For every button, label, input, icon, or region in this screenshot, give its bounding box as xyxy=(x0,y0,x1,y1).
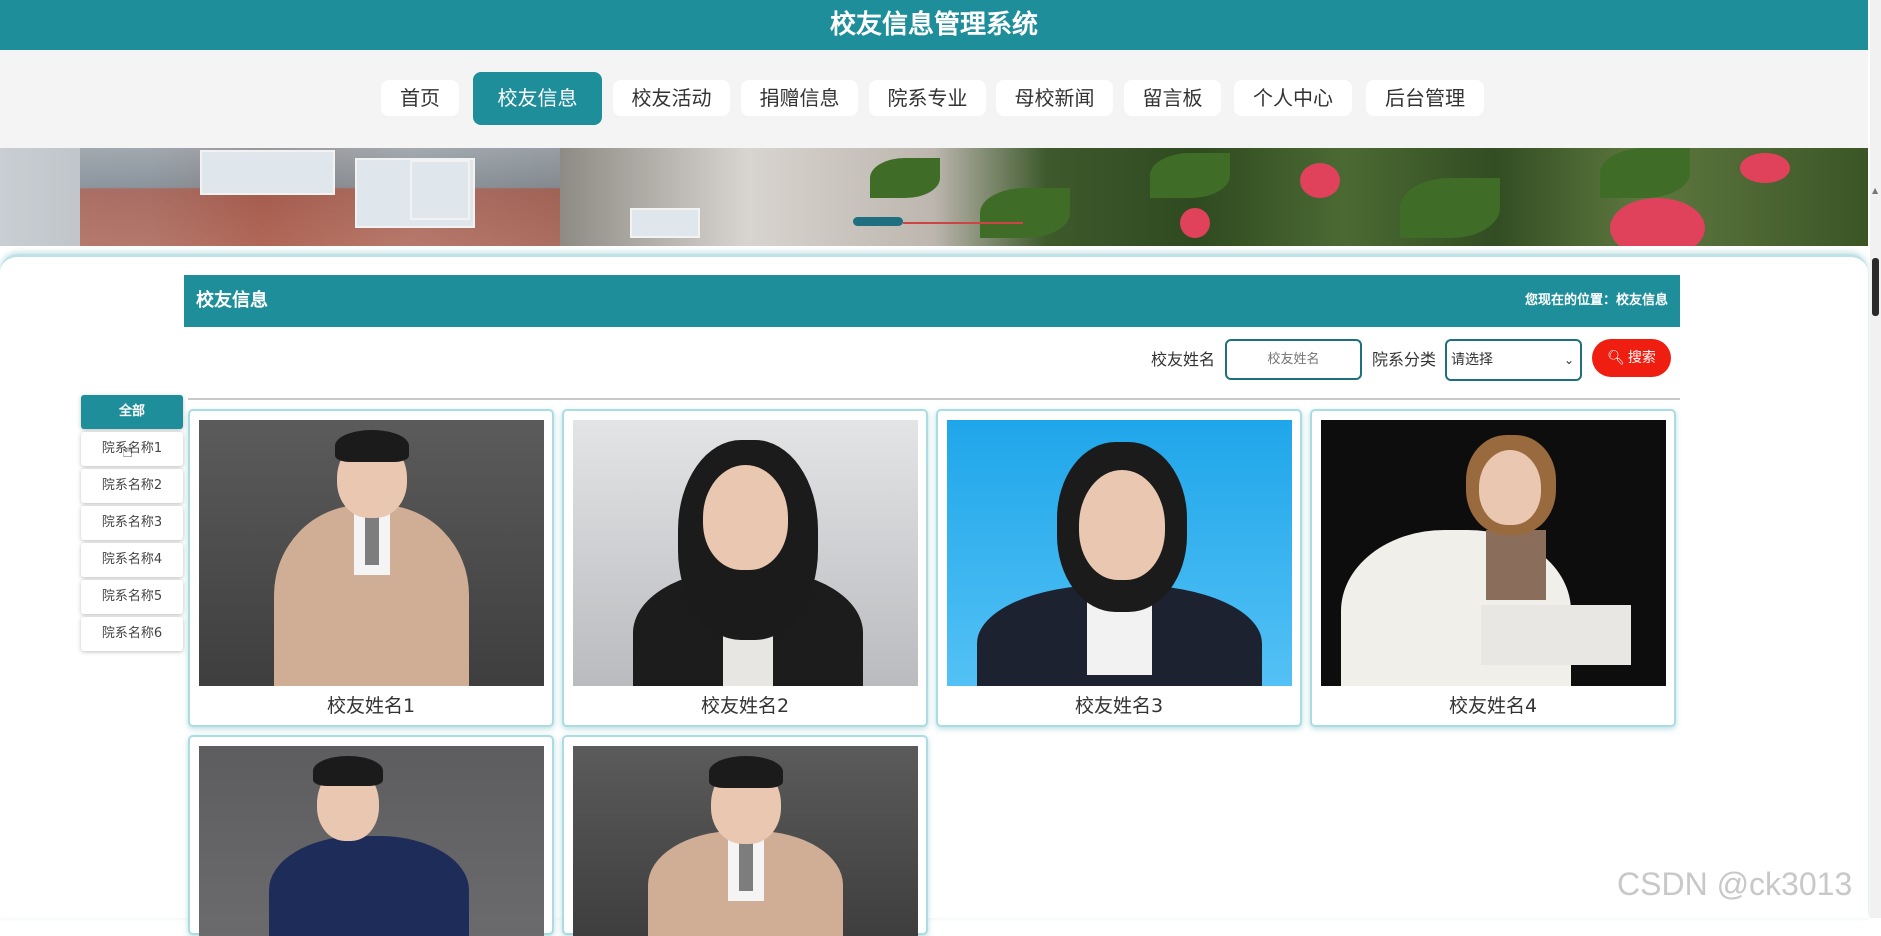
alumni-photo xyxy=(199,746,544,936)
alumni-photo xyxy=(573,420,918,686)
alumni-photo xyxy=(1321,420,1666,686)
breadcrumb: 您现在的位置：校友信息 xyxy=(1524,293,1668,308)
scroll-up-icon[interactable]: ▲ xyxy=(1872,186,1879,195)
carousel-indicator[interactable] xyxy=(903,222,1023,224)
alumni-card[interactable]: 校友姓名3 xyxy=(936,409,1302,727)
alumni-photo xyxy=(947,420,1292,686)
alumni-name: 校友姓名4 xyxy=(1448,695,1538,717)
scrollbar[interactable] xyxy=(1870,0,1881,918)
alumni-photo xyxy=(573,746,918,936)
nav-alumni-activities[interactable]: 校友活动 xyxy=(613,80,730,116)
name-search-label: 校友姓名 xyxy=(1151,350,1216,369)
banner-carousel[interactable] xyxy=(0,148,1868,246)
search-icon: 🔍︎ xyxy=(1607,350,1625,366)
category-label: 院系分类 xyxy=(1372,350,1437,369)
divider xyxy=(188,398,1680,400)
alumni-card[interactable]: 校友姓名2 xyxy=(562,409,928,727)
search-button-label: 搜索 xyxy=(1627,350,1656,366)
name-search-input[interactable] xyxy=(1225,339,1362,380)
alumni-card[interactable] xyxy=(188,735,554,936)
alumni-photo xyxy=(199,420,544,686)
category-all[interactable]: 全部 xyxy=(81,395,183,429)
section-header: 校友信息 您现在的位置：校友信息 xyxy=(184,275,1680,327)
category-item[interactable]: 院系名称6 xyxy=(81,617,183,651)
alumni-card[interactable] xyxy=(562,735,928,936)
nav-departments[interactable]: 院系专业 xyxy=(869,80,986,116)
alumni-card[interactable]: 校友姓名1 xyxy=(188,409,554,727)
nav-alumni-info[interactable]: 校友信息 xyxy=(473,72,602,125)
site-title: 校友信息管理系统 xyxy=(829,10,1038,40)
category-select-value: 请选择 xyxy=(1451,352,1493,368)
nav-message-board[interactable]: 留言板 xyxy=(1124,80,1221,116)
watermark: CSDN @ck3013 xyxy=(1617,866,1853,902)
category-item[interactable]: 院系名称2 xyxy=(81,469,183,503)
alumni-name: 校友姓名1 xyxy=(326,695,416,717)
category-item[interactable]: 院系名称3 xyxy=(81,506,183,540)
carousel-indicator-active[interactable] xyxy=(853,217,903,226)
nav-home[interactable]: 首页 xyxy=(381,80,459,116)
search-button[interactable]: 🔍︎ 搜索 xyxy=(1592,339,1671,377)
chevron-down-icon: ⌄ xyxy=(1563,353,1574,367)
nav-admin[interactable]: 后台管理 xyxy=(1366,80,1484,116)
section-title: 校友信息 xyxy=(196,290,268,311)
nav-personal-center[interactable]: 个人中心 xyxy=(1234,80,1352,116)
nav-school-news[interactable]: 母校新闻 xyxy=(996,80,1113,116)
main-nav: 首页 校友信息 校友活动 捐赠信息 院系专业 母校新闻 留言板 个人中心 后台管… xyxy=(0,50,1868,148)
nav-donations[interactable]: 捐赠信息 xyxy=(741,80,858,116)
site-title-bar: 校友信息管理系统 xyxy=(0,0,1868,50)
category-select[interactable]: 请选择 ⌄ xyxy=(1445,339,1582,381)
alumni-name: 校友姓名2 xyxy=(700,695,790,717)
scrollbar-thumb[interactable] xyxy=(1872,258,1879,316)
alumni-name: 校友姓名3 xyxy=(1074,695,1164,717)
alumni-card[interactable]: 校友姓名4 xyxy=(1310,409,1676,727)
category-item[interactable]: 院系名称4 xyxy=(81,543,183,577)
mouse-cursor-icon: ☝ xyxy=(122,441,133,462)
category-item[interactable]: 院系名称5 xyxy=(81,580,183,614)
